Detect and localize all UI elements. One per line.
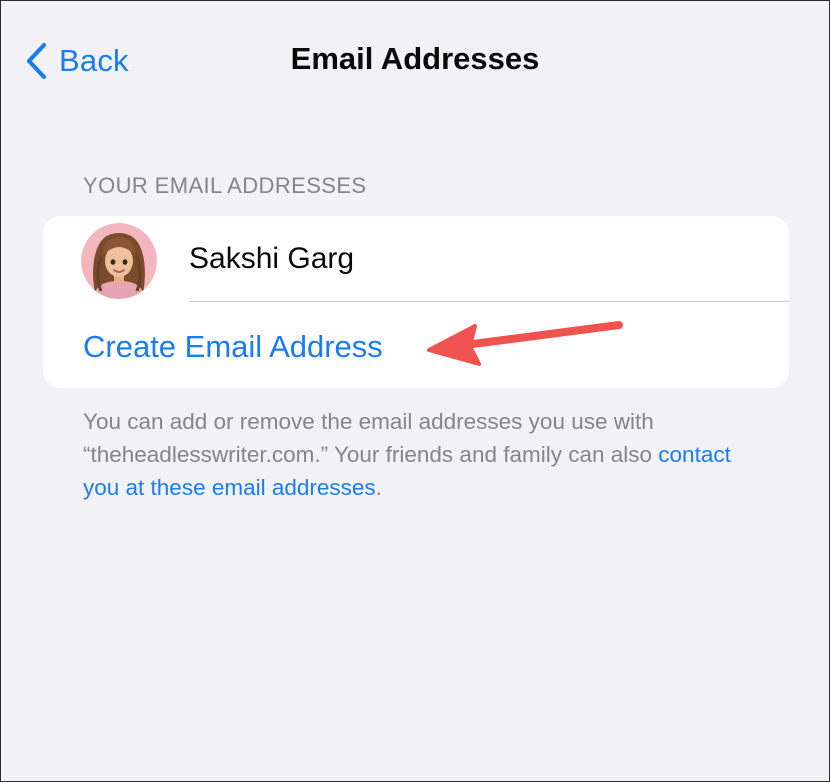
annotation-arrow-icon — [421, 313, 631, 378]
email-addresses-card: Sakshi Garg Create Email Address — [43, 216, 789, 388]
footer-text: You can add or remove the email addresse… — [83, 409, 659, 467]
account-name: Sakshi Garg — [189, 242, 355, 275]
footer-description: You can add or remove the email addresse… — [83, 405, 763, 504]
memoji-avatar-icon — [81, 223, 157, 299]
section-header: YOUR EMAIL ADDRESSES — [83, 173, 367, 198]
row-separator — [189, 301, 789, 302]
footer-period: . — [375, 475, 382, 500]
create-email-address-button[interactable]: Create Email Address — [83, 329, 383, 365]
screen: Back Email Addresses YOUR EMAIL ADDRESSE… — [0, 0, 830, 782]
page-title: Email Addresses — [290, 41, 540, 76]
